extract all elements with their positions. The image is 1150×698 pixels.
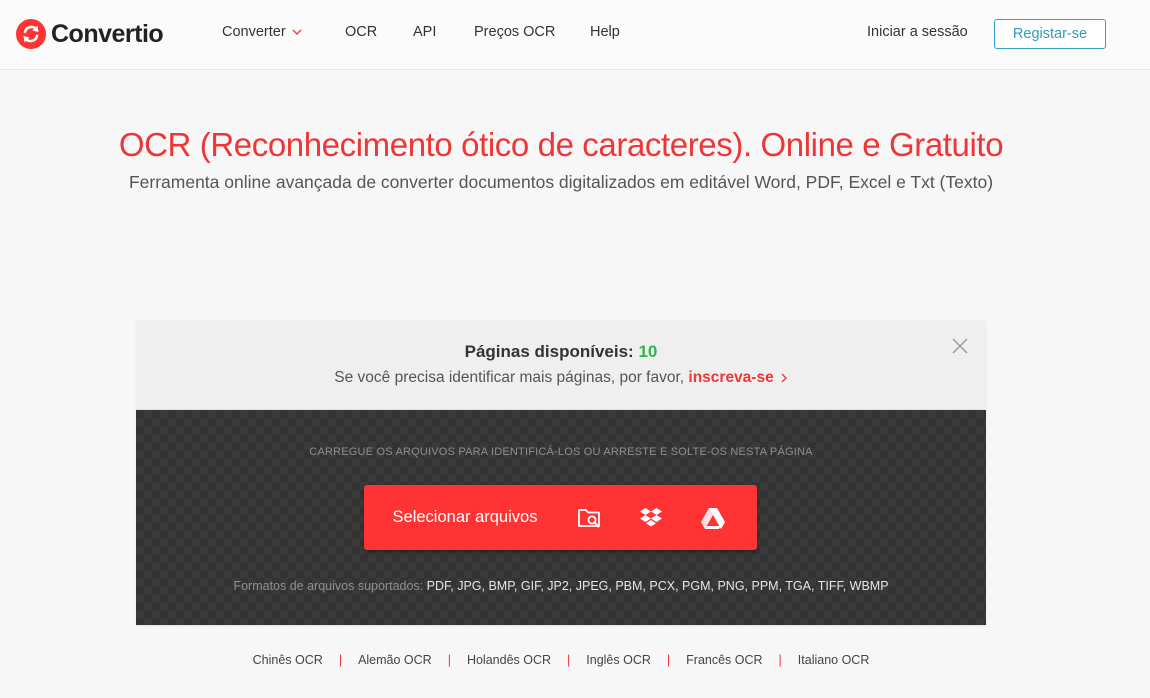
- pages-available: Páginas disponíveis: 10: [136, 342, 986, 362]
- nav-precos-ocr[interactable]: Preços OCR: [474, 24, 555, 40]
- nav-converter[interactable]: Converter: [222, 24, 302, 40]
- supported-formats-label: Formatos de arquivos suportados:: [233, 579, 424, 593]
- separator: |: [567, 653, 571, 667]
- signup-link[interactable]: inscreva-se: [688, 369, 787, 386]
- nav-ocr[interactable]: OCR: [345, 24, 377, 40]
- signup-prompt: Se você precisa identificar mais páginas…: [136, 369, 986, 387]
- lang-link-chinese[interactable]: Chinês OCR: [253, 653, 323, 667]
- logo[interactable]: Convertio: [16, 18, 164, 50]
- page-subtitle: Ferramenta online avançada de converter …: [128, 172, 994, 192]
- lang-link-german[interactable]: Alemão OCR: [358, 653, 432, 667]
- ocr-language-links: Chinês OCR | Alemão OCR | Holandês OCR | Inglê…: [0, 653, 1122, 667]
- drop-hint: CARREGUE OS ARQUIVOS PARA IDENTIFICÁ-LOS…: [309, 446, 813, 458]
- select-files-button[interactable]: Selecionar arquivos: [364, 485, 566, 550]
- supported-formats-list: PDF, JPG, BMP, GIF, JP2, JPEG, PBM, PCX,…: [426, 579, 889, 593]
- separator: |: [778, 653, 782, 667]
- signup-link-label: inscreva-se: [688, 369, 774, 386]
- convertio-logo-icon: [16, 19, 46, 49]
- login-link[interactable]: Iniciar a sessão: [867, 24, 968, 40]
- folder-search-icon[interactable]: [577, 505, 603, 531]
- lang-link-dutch[interactable]: Holandês OCR: [467, 653, 551, 667]
- close-icon[interactable]: [950, 336, 970, 356]
- logo-text: Convertio: [51, 19, 164, 48]
- upload-card: Páginas disponíveis: 10 Se você precisa …: [136, 320, 986, 625]
- file-dropzone[interactable]: CARREGUE OS ARQUIVOS PARA IDENTIFICÁ-LOS…: [136, 410, 986, 625]
- chevron-down-icon: [292, 29, 302, 35]
- separator: |: [338, 653, 343, 667]
- separator: |: [447, 653, 451, 667]
- lang-link-english[interactable]: Inglês OCR: [586, 653, 651, 667]
- nav-api[interactable]: API: [413, 24, 436, 40]
- separator: |: [666, 653, 671, 667]
- top-header: Convertio Converter OCR API Preços OCR H…: [0, 0, 1150, 70]
- page-title: OCR (Reconhecimento ótico de caracteres)…: [118, 126, 1004, 163]
- pages-available-label: Páginas disponíveis:: [464, 342, 634, 361]
- chevron-right-icon: [781, 373, 787, 383]
- pages-info-panel: Páginas disponíveis: 10 Se você precisa …: [136, 320, 986, 410]
- lang-link-italian[interactable]: Italiano OCR: [798, 653, 870, 667]
- signup-prompt-text: Se você precisa identificar mais páginas…: [334, 369, 685, 386]
- lang-link-french[interactable]: Francês OCR: [686, 653, 762, 667]
- nav-help[interactable]: Help: [590, 24, 620, 40]
- file-select-bar: Selecionar arquivos: [364, 485, 757, 550]
- nav-converter-label: Converter: [222, 24, 286, 40]
- supported-formats: Formatos de arquivos suportados: PDF, JP…: [136, 579, 986, 593]
- dropbox-icon[interactable]: [638, 505, 664, 531]
- pages-available-count: 10: [638, 342, 658, 361]
- google-drive-icon[interactable]: [700, 505, 726, 531]
- register-button[interactable]: Registar-se: [994, 19, 1106, 49]
